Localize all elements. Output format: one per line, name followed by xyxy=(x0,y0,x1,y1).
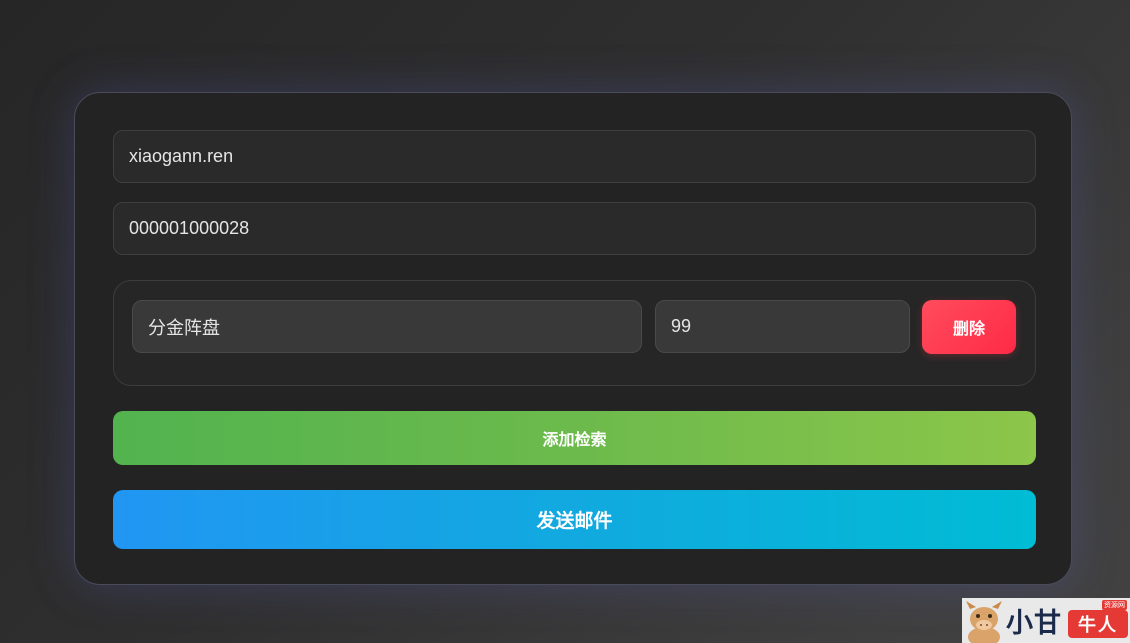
watermark-badge: 牛人 xyxy=(1068,610,1128,638)
watermark-tag: 资源网 xyxy=(1102,600,1127,610)
domain-input[interactable] xyxy=(113,130,1036,183)
account-id-input[interactable] xyxy=(113,202,1036,255)
watermark-title: 小甘 xyxy=(1006,608,1062,639)
delete-item-button[interactable]: 删除 xyxy=(922,300,1016,354)
item-quantity-input[interactable] xyxy=(655,300,910,353)
item-name-input[interactable] xyxy=(132,300,642,353)
site-watermark-logo: 小甘 牛人 资源网 xyxy=(962,598,1130,643)
ox-mascot-icon xyxy=(966,600,1002,643)
add-item-button[interactable]: 添加检索 xyxy=(113,411,1036,465)
send-mail-button[interactable]: 发送邮件 xyxy=(113,490,1036,549)
